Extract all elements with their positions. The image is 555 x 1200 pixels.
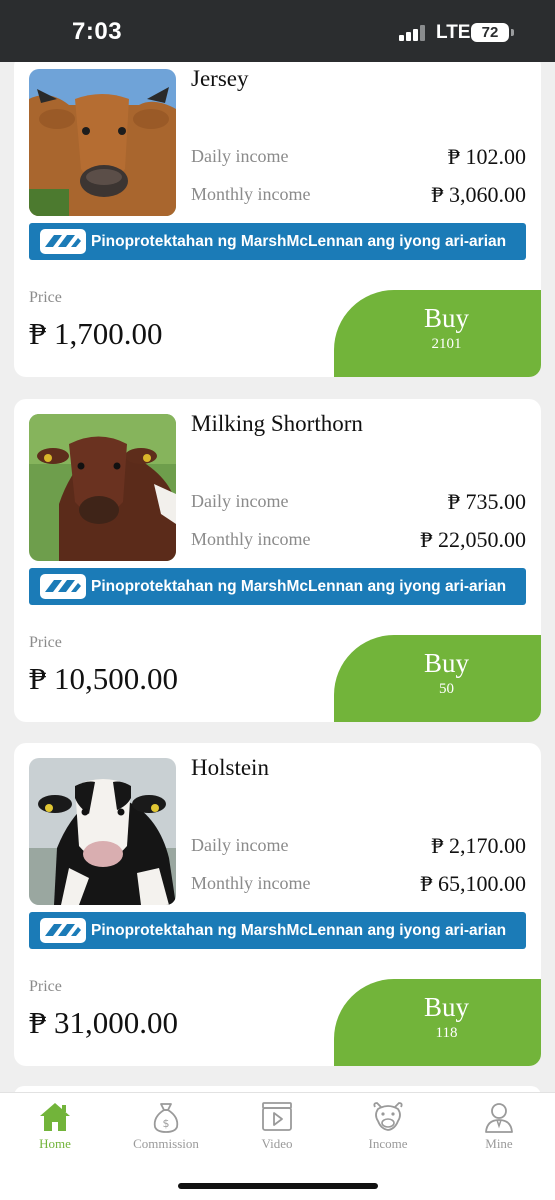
video-icon <box>262 1102 292 1131</box>
monthly-income-value: ₱ 65,100.00 <box>420 871 526 896</box>
tab-home[interactable]: Home <box>5 1101 105 1161</box>
daily-income-label: Daily income <box>191 146 289 166</box>
battery-tip <box>511 29 514 36</box>
tab-mine[interactable]: Mine <box>449 1101 549 1161</box>
insurer-logo-icon <box>40 229 86 254</box>
daily-income-value: ₱ 102.00 <box>447 144 526 169</box>
milking-shorthorn-cow-photo <box>29 414 176 561</box>
insurance-banner: Pinoprotektahan ng MarshMcLennan ang iyo… <box>29 912 526 949</box>
price-label: Price <box>29 634 62 651</box>
tab-commission-label: Commission <box>133 1136 199 1151</box>
product-name: Jersey <box>191 66 249 91</box>
monthly-income-value: ₱ 3,060.00 <box>431 182 526 207</box>
insurance-banner: Pinoprotektahan ng MarshMcLennan ang iyo… <box>29 568 526 605</box>
cow-face-icon <box>373 1102 403 1131</box>
tab-mine-label: Mine <box>485 1136 513 1151</box>
product-feed[interactable]: Jersey Daily income ₱ 102.00 Monthly inc… <box>0 62 555 1092</box>
buy-count: 118 <box>435 1025 458 1041</box>
insurer-logo-icon <box>40 574 86 599</box>
price-label: Price <box>29 978 62 995</box>
tab-income-label: Income <box>368 1136 408 1151</box>
product-name: Holstein <box>191 755 269 780</box>
monthly-income-label: Monthly income <box>191 184 311 204</box>
tab-home-label: Home <box>39 1136 71 1151</box>
insurance-text: Pinoprotektahan ng MarshMcLennan ang iyo… <box>91 922 507 939</box>
jersey-cow-photo <box>29 69 176 216</box>
tab-income[interactable]: Income <box>338 1101 438 1161</box>
product-card: Holstein Daily income ₱ 2,170.00 Monthly… <box>14 743 541 1066</box>
price-label: Price <box>29 289 62 306</box>
cellular-signal-icon <box>399 25 427 41</box>
buy-label: Buy <box>423 992 469 1022</box>
home-icon <box>40 1103 70 1131</box>
monthly-income-label: Monthly income <box>191 873 311 893</box>
buy-button[interactable]: Buy 2101 <box>334 290 541 377</box>
buy-button[interactable]: Buy 50 <box>334 635 541 722</box>
buy-button[interactable]: Buy 118 <box>334 979 541 1066</box>
buy-count: 50 <box>439 681 454 697</box>
battery-icon: 72 <box>471 23 509 42</box>
insurer-logo-icon <box>40 918 86 943</box>
insurance-banner: Pinoprotektahan ng MarshMcLennan ang iyo… <box>29 223 526 260</box>
monthly-income-value: ₱ 22,050.00 <box>420 527 526 552</box>
product-card: Milking Shorthorn Daily income ₱ 735.00 … <box>14 399 541 722</box>
daily-income-label: Daily income <box>191 835 289 855</box>
price-value: ₱ 10,500.00 <box>29 661 178 696</box>
product-name: Milking Shorthorn <box>191 411 363 436</box>
status-time: 7:03 <box>72 18 123 45</box>
price-value: ₱ 31,000.00 <box>29 1005 178 1040</box>
battery-level: 72 <box>481 24 499 41</box>
holstein-cow-photo <box>29 758 176 905</box>
product-card: Jersey Daily income ₱ 102.00 Monthly inc… <box>14 62 541 377</box>
daily-income-value: ₱ 2,170.00 <box>431 833 526 858</box>
user-icon <box>485 1103 513 1133</box>
insurance-text: Pinoprotektahan ng MarshMcLennan ang iyo… <box>91 233 507 250</box>
buy-count: 2101 <box>431 336 462 352</box>
money-bag-icon: $ <box>153 1103 179 1133</box>
buy-label: Buy <box>423 303 469 333</box>
price-value: ₱ 1,700.00 <box>29 316 163 351</box>
svg-text:$: $ <box>163 1117 170 1130</box>
daily-income-label: Daily income <box>191 491 289 511</box>
tab-commission[interactable]: $ Commission <box>116 1101 216 1161</box>
tab-video-label: Video <box>261 1136 293 1151</box>
daily-income-value: ₱ 735.00 <box>447 489 526 514</box>
home-indicator <box>178 1183 378 1189</box>
tab-video[interactable]: Video <box>227 1101 327 1161</box>
monthly-income-label: Monthly income <box>191 529 311 549</box>
insurance-text: Pinoprotektahan ng MarshMcLennan ang iyo… <box>91 578 507 595</box>
buy-label: Buy <box>423 648 469 678</box>
status-bar: 7:03 LTE 72 <box>0 0 555 62</box>
network-type: LTE <box>436 22 471 43</box>
